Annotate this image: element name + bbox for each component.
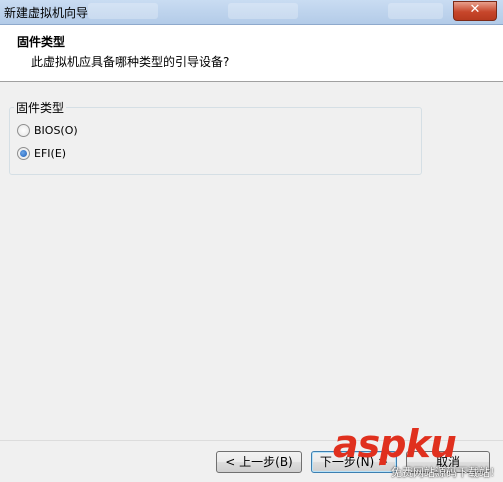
- titlebar-ghost-text: [228, 3, 298, 19]
- title-bar[interactable]: 新建虚拟机向导 ✕: [0, 0, 503, 25]
- back-button[interactable]: < 上一步(B): [216, 451, 302, 473]
- page-title: 固件类型: [17, 35, 66, 49]
- wizard-header: 固件类型 此虚拟机应具备哪种类型的引导设备?: [0, 25, 503, 82]
- efi-label[interactable]: EFI(E): [34, 147, 66, 160]
- footer-divider: [0, 440, 503, 441]
- close-icon: ✕: [469, 2, 481, 17]
- titlebar-ghost-text: [88, 3, 158, 19]
- bios-option[interactable]: BIOS(O): [17, 122, 78, 138]
- efi-radio[interactable]: [17, 146, 30, 160]
- next-button[interactable]: 下一步(N) >: [311, 451, 397, 473]
- bios-label[interactable]: BIOS(O): [34, 124, 78, 137]
- firmware-group-label: 固件类型: [14, 99, 67, 116]
- window-title: 新建虚拟机向导: [4, 6, 89, 20]
- titlebar-ghost-text: [388, 3, 443, 19]
- cancel-button[interactable]: 取消: [406, 451, 490, 473]
- bios-radio[interactable]: [17, 123, 30, 137]
- firmware-type-group: [9, 107, 422, 175]
- efi-option[interactable]: EFI(E): [17, 145, 66, 161]
- close-button[interactable]: ✕: [453, 1, 497, 21]
- page-subtitle: 此虚拟机应具备哪种类型的引导设备?: [31, 55, 230, 69]
